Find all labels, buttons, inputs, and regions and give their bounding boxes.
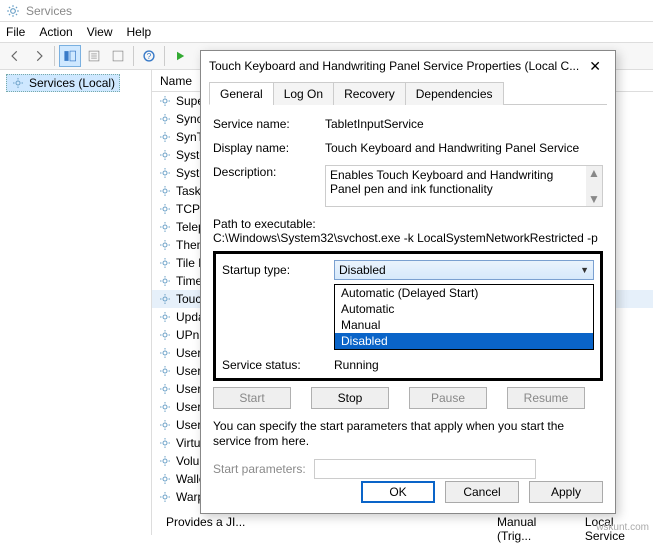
- gear-icon: [158, 256, 172, 270]
- startup-type-combobox[interactable]: Disabled ▼: [334, 260, 594, 280]
- gear-icon: [158, 454, 172, 468]
- show-hide-tree-button[interactable]: [59, 45, 81, 67]
- label-service-name: Service name:: [213, 117, 325, 131]
- value-service-status: Running: [334, 358, 594, 372]
- label-service-status: Service status:: [222, 358, 334, 372]
- properties-button[interactable]: [83, 45, 105, 67]
- startup-type-value: Disabled: [339, 263, 386, 277]
- label-startup-type: Startup type:: [222, 263, 334, 277]
- window-title: Services: [26, 4, 72, 18]
- pause-button[interactable]: Pause: [409, 387, 487, 409]
- dropdown-option[interactable]: Manual: [335, 317, 593, 333]
- nav-back-button[interactable]: [4, 45, 26, 67]
- start-service-button[interactable]: [169, 45, 191, 67]
- tab-strip: General Log On Recovery Dependencies: [209, 81, 607, 105]
- gear-icon: [158, 274, 172, 288]
- export-button[interactable]: [107, 45, 129, 67]
- tab-logon[interactable]: Log On: [273, 82, 334, 105]
- menubar: File Action View Help: [0, 22, 653, 42]
- gear-icon: [158, 418, 172, 432]
- window-titlebar: Services: [0, 0, 653, 22]
- tree-node-label: Services (Local): [29, 76, 115, 90]
- gear-icon: [11, 76, 25, 90]
- gear-icon: [158, 472, 172, 486]
- status-row: Provides a JI... Manual (Trig... Local S…: [160, 513, 653, 533]
- gear-icon: [158, 202, 172, 216]
- toolbar-separator: [164, 46, 165, 66]
- gear-icon: [158, 490, 172, 504]
- close-icon[interactable]: ✕: [583, 56, 607, 77]
- dialog-title: Touch Keyboard and Handwriting Panel Ser…: [209, 59, 579, 73]
- dropdown-option[interactable]: Automatic (Delayed Start): [335, 285, 593, 301]
- gear-icon: [158, 112, 172, 126]
- dropdown-option[interactable]: Automatic: [335, 301, 593, 317]
- gear-icon: [158, 94, 172, 108]
- gear-icon: [158, 328, 172, 342]
- nav-forward-button[interactable]: [28, 45, 50, 67]
- value-description: Enables Touch Keyboard and Handwriting P…: [330, 168, 598, 196]
- label-path: Path to executable:: [213, 217, 603, 231]
- value-path: C:\Windows\System32\svchost.exe -k Local…: [213, 231, 603, 245]
- start-params-hint: You can specify the start parameters tha…: [213, 419, 603, 449]
- label-description: Description:: [213, 165, 325, 207]
- gear-icon: [158, 364, 172, 378]
- gear-icon: [158, 148, 172, 162]
- service-control-buttons: Start Stop Pause Resume: [213, 387, 603, 409]
- svg-text:?: ?: [147, 51, 152, 61]
- description-scrollbar[interactable]: ▲▼: [586, 166, 602, 206]
- gear-icon: [158, 292, 172, 306]
- startup-type-dropdown[interactable]: Automatic (Delayed Start)AutomaticManual…: [334, 284, 594, 350]
- gear-icon: [158, 130, 172, 144]
- gear-icon: [158, 436, 172, 450]
- description-box: Enables Touch Keyboard and Handwriting P…: [325, 165, 603, 207]
- watermark: wskunt.com: [596, 522, 649, 533]
- gear-icon: [158, 238, 172, 252]
- gear-icon: [158, 382, 172, 396]
- highlighted-section: Startup type: Disabled ▼ Automatic (Dela…: [213, 251, 603, 381]
- gear-icon: [158, 310, 172, 324]
- status-description: Provides a JI...: [160, 513, 265, 533]
- start-params-input[interactable]: [314, 459, 536, 479]
- tab-general[interactable]: General: [209, 82, 274, 105]
- gear-icon: [158, 346, 172, 360]
- toolbar-separator: [133, 46, 134, 66]
- label-start-params: Start parameters:: [213, 462, 306, 476]
- help-button[interactable]: ?: [138, 45, 160, 67]
- tree-node-services-local[interactable]: Services (Local): [6, 74, 120, 92]
- value-service-name: TabletInputService: [325, 117, 603, 131]
- menu-action[interactable]: Action: [39, 25, 72, 39]
- gear-icon: [158, 220, 172, 234]
- menu-file[interactable]: File: [6, 25, 25, 39]
- status-startup: Manual (Trig...: [491, 513, 579, 533]
- apply-button[interactable]: Apply: [529, 481, 603, 503]
- app-icon: [6, 4, 20, 18]
- service-properties-dialog: Touch Keyboard and Handwriting Panel Ser…: [200, 50, 616, 514]
- chevron-down-icon: ▼: [580, 265, 589, 275]
- start-button[interactable]: Start: [213, 387, 291, 409]
- label-display-name: Display name:: [213, 141, 325, 155]
- tab-recovery[interactable]: Recovery: [333, 82, 406, 105]
- dropdown-option[interactable]: Disabled: [335, 333, 593, 349]
- cancel-button[interactable]: Cancel: [445, 481, 519, 503]
- tree-pane: Services (Local): [0, 70, 152, 535]
- dialog-titlebar[interactable]: Touch Keyboard and Handwriting Panel Ser…: [201, 51, 615, 81]
- menu-help[interactable]: Help: [127, 25, 152, 39]
- tab-body-general: Service name: TabletInputService Display…: [201, 105, 615, 485]
- ok-button[interactable]: OK: [361, 481, 435, 503]
- gear-icon: [158, 166, 172, 180]
- gear-icon: [158, 400, 172, 414]
- value-display-name: Touch Keyboard and Handwriting Panel Ser…: [325, 141, 603, 155]
- resume-button[interactable]: Resume: [507, 387, 585, 409]
- dialog-button-row: OK Cancel Apply: [361, 481, 603, 503]
- stop-button[interactable]: Stop: [311, 387, 389, 409]
- menu-view[interactable]: View: [87, 25, 113, 39]
- toolbar-separator: [54, 46, 55, 66]
- gear-icon: [158, 184, 172, 198]
- tab-dependencies[interactable]: Dependencies: [405, 82, 504, 105]
